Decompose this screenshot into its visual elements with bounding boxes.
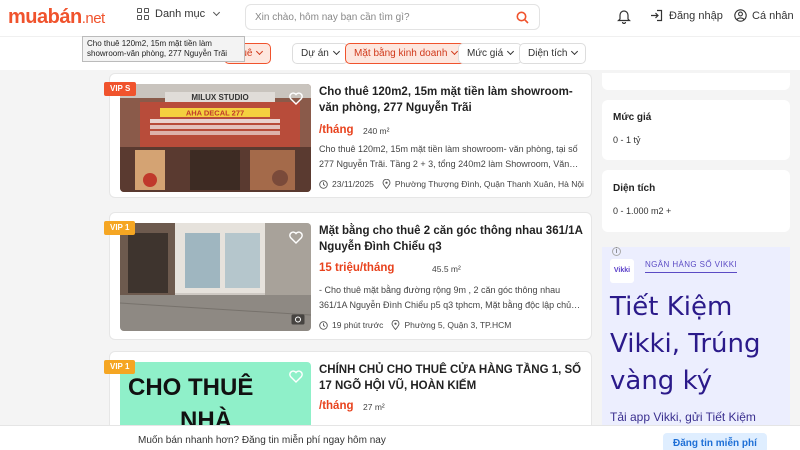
vikki-advertisement[interactable]: i Vikki NGÂN HÀNG SỐ VIKKI Tiết Kiệm Vik… xyxy=(602,247,790,427)
listing-thumbnail[interactable] xyxy=(120,223,311,331)
heart-icon[interactable] xyxy=(289,370,303,383)
sign-text-line1: CHO THUÊ xyxy=(128,373,253,401)
ad-subtext: Tải app Vikki, gửi Tiết Kiệm xyxy=(610,410,756,424)
listing-location: Phường 5, Quận 3, TP.HCM xyxy=(404,320,512,330)
chevron-down-icon xyxy=(571,47,579,56)
listing-price: /tháng xyxy=(319,124,354,136)
title-tooltip: Cho thuê 120m2, 15m mặt tiền làm showroo… xyxy=(82,36,245,62)
chevron-down-icon xyxy=(213,8,221,16)
ad-bank-name: NGÂN HÀNG SỐ VIKKI xyxy=(645,260,738,273)
listing-title[interactable]: Mặt bằng cho thuê 2 căn góc thông nhau 3… xyxy=(319,223,584,255)
listing-area: 45.5 m² xyxy=(432,264,461,274)
listing-meta: 19 phút trước Phường 5, Quận 3, TP.HCM xyxy=(319,320,511,330)
logo-text: muabán xyxy=(8,6,82,28)
price-filter-option[interactable]: 0 - 1 tỷ xyxy=(613,135,641,145)
heart-icon[interactable] xyxy=(289,231,303,244)
vip-badge: VIP S xyxy=(104,82,137,96)
listing-area: 27 m² xyxy=(363,402,385,412)
listing-meta: 23/11/2025 Phường Thượng Đình, Quận Than… xyxy=(319,179,584,189)
listing-location: Phường Thượng Đình, Quận Thanh Xuân, Hà … xyxy=(394,179,584,189)
area-filter-option[interactable]: 0 - 1.000 m2 + xyxy=(613,206,671,216)
vip-badge: VIP 1 xyxy=(104,360,136,374)
login-icon xyxy=(651,9,663,22)
clock-icon xyxy=(319,179,328,189)
top-header: muabán.net Danh mục Xin chào, hôm nay bạ… xyxy=(0,0,800,36)
listing-area: 240 m² xyxy=(363,126,390,136)
listing-price: /tháng xyxy=(319,400,354,412)
chevron-down-icon xyxy=(256,47,264,56)
grid-icon xyxy=(137,8,149,20)
filter-price[interactable]: Mức giá xyxy=(458,43,523,64)
site-logo[interactable]: muabán.net xyxy=(8,6,105,29)
area-filter-heading: Diện tích xyxy=(613,183,656,194)
login-label: Đăng nhập xyxy=(669,9,723,22)
location-pin-icon xyxy=(382,179,391,189)
filter-area[interactable]: Diện tích xyxy=(519,43,587,64)
listing-thumbnail[interactable]: MILUX STUDIO AHA DECAL 277 xyxy=(120,84,311,192)
categories-label: Danh mục xyxy=(155,8,206,20)
listing-description: - Cho thuê mặt bằng đường rộng 9m , 2 că… xyxy=(319,285,581,310)
listing-title[interactable]: CHÍNH CHỦ CHO THUÊ CỬA HÀNG TẦNG 1, SỐ 1… xyxy=(319,362,584,394)
filter-project-label: Dự án xyxy=(301,48,329,59)
listing-price: 15 triệu/tháng xyxy=(319,262,395,274)
banner-text: Muốn bán nhanh hơn? Đăng tin miễn phí ng… xyxy=(138,435,386,446)
filter-business-premises-label: Mặt bằng kinh doanh xyxy=(354,48,448,59)
ad-info-icon[interactable]: i xyxy=(612,247,621,256)
search-placeholder: Xin chào, hôm nay bạn cần tìm gì? xyxy=(255,12,410,23)
storefront-image xyxy=(120,223,311,331)
sign-mid-text: AHA DECAL 277 xyxy=(186,109,244,118)
search-box[interactable]: Xin chào, hôm nay bạn cần tìm gì? xyxy=(245,4,540,30)
listing-description: Cho thuê 120m2, 15m mặt tiền làm showroo… xyxy=(319,144,579,169)
vip-badge: VIP 1 xyxy=(104,221,136,235)
vikki-logo: Vikki xyxy=(610,259,634,283)
post-free-button[interactable]: Đăng tin miễn phí xyxy=(663,433,767,450)
post-listing-banner: Muốn bán nhanh hơn? Đăng tin miễn phí ng… xyxy=(0,425,800,450)
bell-icon[interactable] xyxy=(617,8,631,24)
filter-business-premises[interactable]: Mặt bằng kinh doanh xyxy=(345,43,467,64)
categories-menu[interactable]: Danh mục xyxy=(137,8,221,20)
storefront-image: MILUX STUDIO AHA DECAL 277 xyxy=(120,84,311,192)
login-link[interactable]: Đăng nhập xyxy=(650,9,723,22)
price-filter-heading: Mức giá xyxy=(613,112,652,123)
ad-headline: Tiết Kiệm Vikki, Trúng vàng ký xyxy=(610,292,761,396)
listing-card[interactable]: VIP S MILUX STUDIO AHA DECAL 277 Cho thu… xyxy=(104,73,592,198)
listing-card[interactable]: VIP 1 Mặt bằng cho thuê 2 căn góc thông … xyxy=(104,212,592,340)
account-link[interactable]: Cá nhân xyxy=(734,9,794,22)
sign-top-text: MILUX STUDIO xyxy=(191,93,248,102)
filter-area-label: Diện tích xyxy=(528,48,568,59)
filter-price-label: Mức giá xyxy=(467,48,504,59)
listing-date: 23/11/2025 xyxy=(332,179,374,189)
search-icon[interactable] xyxy=(516,11,529,24)
heart-icon[interactable] xyxy=(289,92,303,105)
account-label: Cá nhân xyxy=(752,9,794,22)
listing-title[interactable]: Cho thuê 120m2, 15m mặt tiền làm showroo… xyxy=(319,84,584,116)
sidebar-filter-box-top xyxy=(602,73,790,90)
chevron-down-icon xyxy=(332,47,340,56)
filter-project[interactable]: Dự án xyxy=(292,43,348,64)
listing-date: 19 phút trước xyxy=(332,320,384,330)
chevron-down-icon xyxy=(507,47,515,56)
sidebar-area-filter: Diện tích 0 - 1.000 m2 + xyxy=(602,170,790,232)
user-icon xyxy=(734,9,747,22)
location-pin-icon xyxy=(391,320,400,330)
clock-icon xyxy=(319,320,328,330)
logo-tld: .net xyxy=(81,10,106,27)
sidebar-price-filter: Mức giá 0 - 1 tỷ xyxy=(602,100,790,160)
video-icon xyxy=(291,314,305,325)
